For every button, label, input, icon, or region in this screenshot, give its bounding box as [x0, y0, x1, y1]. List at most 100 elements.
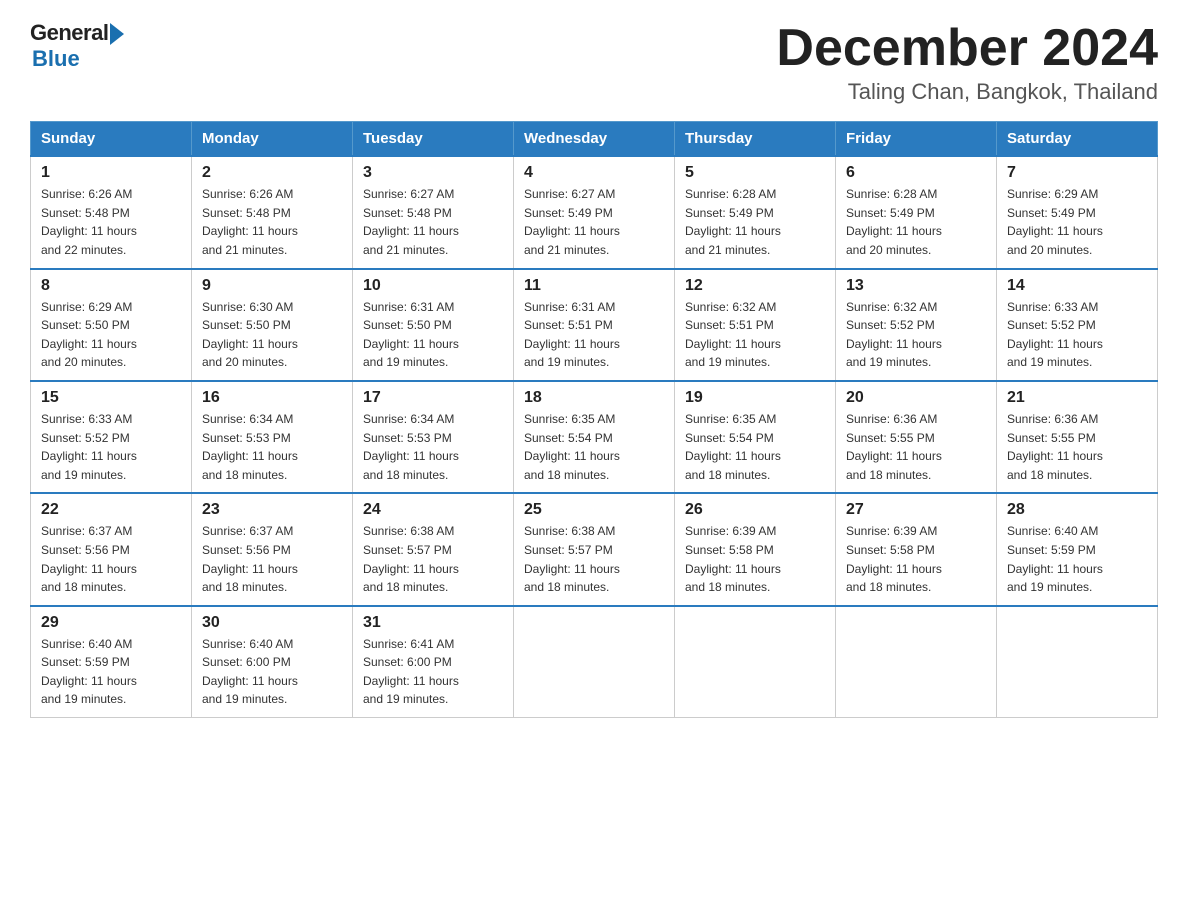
day-info: Sunrise: 6:29 AMSunset: 5:49 PMDaylight:…: [1007, 187, 1103, 257]
calendar-cell: 1 Sunrise: 6:26 AMSunset: 5:48 PMDayligh…: [31, 156, 192, 268]
day-info: Sunrise: 6:36 AMSunset: 5:55 PMDaylight:…: [846, 412, 942, 482]
header-sunday: Sunday: [31, 122, 192, 157]
day-info: Sunrise: 6:28 AMSunset: 5:49 PMDaylight:…: [846, 187, 942, 257]
day-number: 3: [363, 164, 503, 182]
day-info: Sunrise: 6:41 AMSunset: 6:00 PMDaylight:…: [363, 637, 459, 707]
day-info: Sunrise: 6:34 AMSunset: 5:53 PMDaylight:…: [363, 412, 459, 482]
calendar-cell: 9 Sunrise: 6:30 AMSunset: 5:50 PMDayligh…: [192, 269, 353, 381]
day-info: Sunrise: 6:29 AMSunset: 5:50 PMDaylight:…: [41, 300, 137, 370]
calendar-table: Sunday Monday Tuesday Wednesday Thursday…: [30, 121, 1158, 718]
day-info: Sunrise: 6:37 AMSunset: 5:56 PMDaylight:…: [202, 524, 298, 594]
calendar-cell: 22 Sunrise: 6:37 AMSunset: 5:56 PMDaylig…: [31, 493, 192, 605]
day-number: 19: [685, 389, 825, 407]
day-number: 28: [1007, 501, 1147, 519]
logo-blue-text: Blue: [32, 46, 80, 72]
calendar-cell: 27 Sunrise: 6:39 AMSunset: 5:58 PMDaylig…: [836, 493, 997, 605]
calendar-cell: 8 Sunrise: 6:29 AMSunset: 5:50 PMDayligh…: [31, 269, 192, 381]
day-number: 7: [1007, 164, 1147, 182]
day-number: 29: [41, 614, 181, 632]
day-number: 10: [363, 277, 503, 295]
day-number: 20: [846, 389, 986, 407]
day-info: Sunrise: 6:30 AMSunset: 5:50 PMDaylight:…: [202, 300, 298, 370]
calendar-cell: 16 Sunrise: 6:34 AMSunset: 5:53 PMDaylig…: [192, 381, 353, 493]
day-number: 15: [41, 389, 181, 407]
calendar-cell: 4 Sunrise: 6:27 AMSunset: 5:49 PMDayligh…: [514, 156, 675, 268]
header-tuesday: Tuesday: [353, 122, 514, 157]
header: General Blue December 2024 Taling Chan, …: [30, 20, 1158, 105]
day-number: 21: [1007, 389, 1147, 407]
day-number: 4: [524, 164, 664, 182]
day-info: Sunrise: 6:27 AMSunset: 5:49 PMDaylight:…: [524, 187, 620, 257]
day-info: Sunrise: 6:28 AMSunset: 5:49 PMDaylight:…: [685, 187, 781, 257]
calendar-cell: 31 Sunrise: 6:41 AMSunset: 6:00 PMDaylig…: [353, 606, 514, 718]
day-info: Sunrise: 6:40 AMSunset: 5:59 PMDaylight:…: [1007, 524, 1103, 594]
day-info: Sunrise: 6:35 AMSunset: 5:54 PMDaylight:…: [524, 412, 620, 482]
day-info: Sunrise: 6:35 AMSunset: 5:54 PMDaylight:…: [685, 412, 781, 482]
day-info: Sunrise: 6:37 AMSunset: 5:56 PMDaylight:…: [41, 524, 137, 594]
header-friday: Friday: [836, 122, 997, 157]
header-monday: Monday: [192, 122, 353, 157]
calendar-cell: 24 Sunrise: 6:38 AMSunset: 5:57 PMDaylig…: [353, 493, 514, 605]
day-info: Sunrise: 6:38 AMSunset: 5:57 PMDaylight:…: [524, 524, 620, 594]
calendar-cell: 15 Sunrise: 6:33 AMSunset: 5:52 PMDaylig…: [31, 381, 192, 493]
header-wednesday: Wednesday: [514, 122, 675, 157]
calendar-cell: 6 Sunrise: 6:28 AMSunset: 5:49 PMDayligh…: [836, 156, 997, 268]
day-number: 18: [524, 389, 664, 407]
calendar-cell: 18 Sunrise: 6:35 AMSunset: 5:54 PMDaylig…: [514, 381, 675, 493]
day-number: 22: [41, 501, 181, 519]
day-info: Sunrise: 6:36 AMSunset: 5:55 PMDaylight:…: [1007, 412, 1103, 482]
day-number: 2: [202, 164, 342, 182]
calendar-cell: 13 Sunrise: 6:32 AMSunset: 5:52 PMDaylig…: [836, 269, 997, 381]
calendar-cell: 21 Sunrise: 6:36 AMSunset: 5:55 PMDaylig…: [997, 381, 1158, 493]
day-info: Sunrise: 6:39 AMSunset: 5:58 PMDaylight:…: [685, 524, 781, 594]
logo-arrow-icon: [110, 23, 124, 45]
day-info: Sunrise: 6:33 AMSunset: 5:52 PMDaylight:…: [41, 412, 137, 482]
calendar-cell: 11 Sunrise: 6:31 AMSunset: 5:51 PMDaylig…: [514, 269, 675, 381]
header-saturday: Saturday: [997, 122, 1158, 157]
calendar-cell: 28 Sunrise: 6:40 AMSunset: 5:59 PMDaylig…: [997, 493, 1158, 605]
calendar-cell: 2 Sunrise: 6:26 AMSunset: 5:48 PMDayligh…: [192, 156, 353, 268]
day-number: 8: [41, 277, 181, 295]
calendar-cell: 19 Sunrise: 6:35 AMSunset: 5:54 PMDaylig…: [675, 381, 836, 493]
day-info: Sunrise: 6:27 AMSunset: 5:48 PMDaylight:…: [363, 187, 459, 257]
calendar-cell: 3 Sunrise: 6:27 AMSunset: 5:48 PMDayligh…: [353, 156, 514, 268]
calendar-cell: [997, 606, 1158, 718]
day-info: Sunrise: 6:40 AMSunset: 6:00 PMDaylight:…: [202, 637, 298, 707]
calendar-cell: 25 Sunrise: 6:38 AMSunset: 5:57 PMDaylig…: [514, 493, 675, 605]
calendar-title: December 2024: [776, 20, 1158, 77]
calendar-cell: 5 Sunrise: 6:28 AMSunset: 5:49 PMDayligh…: [675, 156, 836, 268]
calendar-cell: 7 Sunrise: 6:29 AMSunset: 5:49 PMDayligh…: [997, 156, 1158, 268]
day-number: 26: [685, 501, 825, 519]
day-number: 12: [685, 277, 825, 295]
day-info: Sunrise: 6:34 AMSunset: 5:53 PMDaylight:…: [202, 412, 298, 482]
day-number: 13: [846, 277, 986, 295]
calendar-cell: 23 Sunrise: 6:37 AMSunset: 5:56 PMDaylig…: [192, 493, 353, 605]
calendar-cell: 17 Sunrise: 6:34 AMSunset: 5:53 PMDaylig…: [353, 381, 514, 493]
calendar-cell: [836, 606, 997, 718]
calendar-cell: 20 Sunrise: 6:36 AMSunset: 5:55 PMDaylig…: [836, 381, 997, 493]
day-number: 6: [846, 164, 986, 182]
page: General Blue December 2024 Taling Chan, …: [0, 0, 1188, 918]
day-number: 25: [524, 501, 664, 519]
calendar-cell: 12 Sunrise: 6:32 AMSunset: 5:51 PMDaylig…: [675, 269, 836, 381]
calendar-cell: 30 Sunrise: 6:40 AMSunset: 6:00 PMDaylig…: [192, 606, 353, 718]
logo-general-text: General: [30, 20, 108, 46]
day-number: 1: [41, 164, 181, 182]
calendar-header-row: Sunday Monday Tuesday Wednesday Thursday…: [31, 122, 1158, 157]
day-info: Sunrise: 6:26 AMSunset: 5:48 PMDaylight:…: [202, 187, 298, 257]
day-number: 5: [685, 164, 825, 182]
day-info: Sunrise: 6:31 AMSunset: 5:51 PMDaylight:…: [524, 300, 620, 370]
calendar-cell: [675, 606, 836, 718]
calendar-cell: 29 Sunrise: 6:40 AMSunset: 5:59 PMDaylig…: [31, 606, 192, 718]
day-number: 16: [202, 389, 342, 407]
logo: General Blue: [30, 20, 124, 72]
day-number: 31: [363, 614, 503, 632]
day-info: Sunrise: 6:40 AMSunset: 5:59 PMDaylight:…: [41, 637, 137, 707]
day-number: 23: [202, 501, 342, 519]
day-info: Sunrise: 6:32 AMSunset: 5:52 PMDaylight:…: [846, 300, 942, 370]
day-info: Sunrise: 6:39 AMSunset: 5:58 PMDaylight:…: [846, 524, 942, 594]
day-number: 27: [846, 501, 986, 519]
day-number: 17: [363, 389, 503, 407]
calendar-location: Taling Chan, Bangkok, Thailand: [776, 79, 1158, 105]
day-info: Sunrise: 6:32 AMSunset: 5:51 PMDaylight:…: [685, 300, 781, 370]
